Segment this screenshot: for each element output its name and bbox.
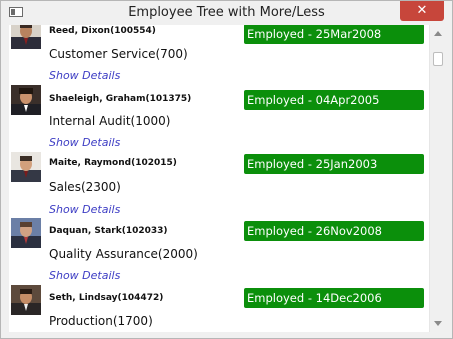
employee-name: Shaeleigh, Graham(101375) [49,94,192,104]
window-title: Employee Tree with More/Less [128,5,325,20]
employee-name: Maite, Raymond(102015) [49,158,177,168]
employee-name: Daquan, Stark(102033) [49,226,168,236]
show-details-link[interactable]: Show Details [49,269,120,282]
scroll-up-arrow-icon[interactable] [434,31,442,36]
scroll-down-arrow-icon[interactable] [434,321,442,326]
employee-item: Shaeleigh, Graham(101375) Employed - 04A… [9,85,429,151]
employee-photo [11,25,41,49]
title-bar[interactable]: Employee Tree with More/Less ✕ [1,1,452,25]
employee-name: Reed, Dixon(100554) [49,26,156,36]
employee-photo [11,152,41,182]
status-badge: Employed - 25Jan2003 [244,154,424,174]
employee-department: Quality Assurance(2000) [49,247,198,261]
close-icon: ✕ [416,3,428,18]
show-details-link[interactable]: Show Details [49,136,120,149]
status-badge: Employed - 14Dec2006 [244,288,424,308]
employee-photo [11,218,41,248]
vertical-scrollbar[interactable] [429,25,446,332]
employee-item: Daquan, Stark(102033) Employed - 26Nov20… [9,218,429,284]
employee-item: Maite, Raymond(102015) Employed - 25Jan2… [9,152,429,218]
employee-photo [11,85,41,115]
employee-photo [11,285,41,315]
employee-item: Reed, Dixon(100554) Employed - 25Mar2008… [9,25,429,85]
app-window: Employee Tree with More/Less ✕ Reed, Dix… [0,0,453,339]
employee-department: Production(1700) [49,314,153,328]
close-button[interactable]: ✕ [400,1,444,21]
employee-department: Internal Audit(1000) [49,114,171,128]
scroll-thumb[interactable] [433,52,443,66]
status-badge: Employed - 04Apr2005 [244,90,424,110]
status-badge: Employed - 26Nov2008 [244,221,424,241]
employee-tree: Reed, Dixon(100554) Employed - 25Mar2008… [9,25,429,332]
employee-item: Seth, Lindsay(104472) Employed - 14Dec20… [9,285,429,332]
show-details-link[interactable]: Show Details [49,69,120,82]
employee-department: Customer Service(700) [49,47,188,61]
status-badge: Employed - 25Mar2008 [244,25,424,44]
employee-department: Sales(2300) [49,180,121,194]
employee-name: Seth, Lindsay(104472) [49,293,164,303]
show-details-link[interactable]: Show Details [49,203,120,216]
